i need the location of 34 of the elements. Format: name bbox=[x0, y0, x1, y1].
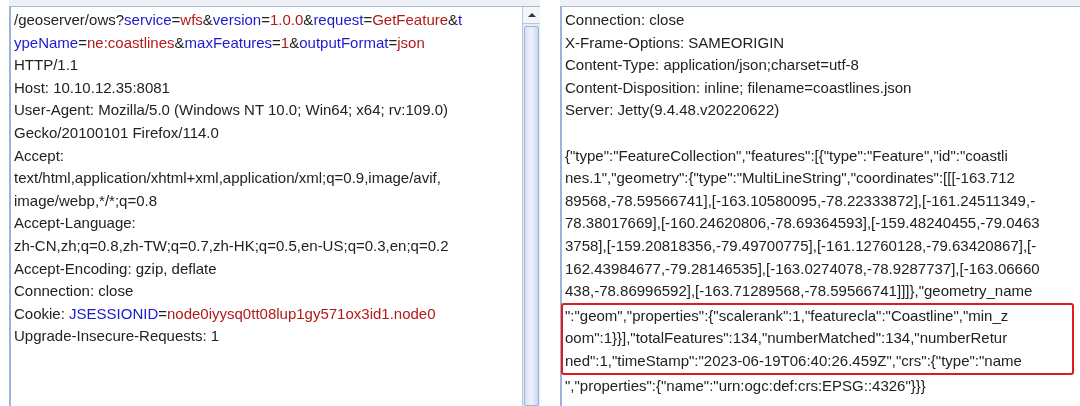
response-line: 438,-78.86996592],[-163.71289568,-78.59566741]]]},"geometry_name bbox=[565, 281, 1034, 302]
request-line: User-Agent: Mozilla/5.0 (Windows NT 10.0; Win64; x64; rv:109.0) bbox=[14, 100, 450, 121]
response-line: Server: Jetty(9.4.48.v20220622) bbox=[565, 100, 781, 121]
response-line: X-Frame-Options: SAMEORIGIN bbox=[565, 32, 786, 53]
request-line: HTTP/1.1 bbox=[14, 55, 80, 76]
response-line: Content-Disposition: inline; filename=coastlines.json bbox=[565, 77, 913, 98]
response-line: ":"geom","properties":{"scalerank":1,"featurecla":"Coastline","min_z bbox=[565, 305, 1010, 326]
request-line: text/html,application/xhtml+xml,application/xml;q=0.9,image/avif, bbox=[14, 168, 442, 189]
request-editor[interactable] bbox=[9, 7, 540, 406]
response-line: oom":1}}],"totalFeatures":134,"numberMatched":134,"numberRetur bbox=[565, 328, 1009, 349]
request-line: Upgrade-Insecure-Requests: 1 bbox=[14, 326, 221, 347]
response-line: ned":1,"timeStamp":"2023-06-19T06:40:26.459Z","crs":{"type":"name bbox=[565, 350, 1023, 371]
response-line: 3758],[-159.20818356,-79.49700775],[-161.12760128,-79.63420867],[- bbox=[565, 235, 1038, 256]
request-line: Accept: bbox=[14, 145, 66, 166]
response-line: ","properties":{"name":"urn:ogc:def:crs:EPSG::4326"}}} bbox=[565, 375, 927, 396]
request-line: image/webp,*/*;q=0.8 bbox=[14, 190, 158, 211]
response-line: 162.43984677,-79.28146535],[-163.0274078,-78.9287737],[-163.06660 bbox=[565, 258, 1041, 279]
response-line: 78.38017669],[-160.24620806,-78.69364593],[-159.48240455,-79.0463 bbox=[565, 213, 1041, 234]
request-line: ypeName=ne:coastlines&maxFeatures=1&outputFormat=json bbox=[14, 32, 426, 53]
request-line: Host: 10.10.12.35:8081 bbox=[14, 77, 171, 98]
request-line: Connection: close bbox=[14, 281, 135, 302]
response-line: 89568,-78.59566741],[-163.10580095,-78.22333872],[-161.24511349,- bbox=[565, 190, 1037, 211]
request-line: zh-CN,zh;q=0.8,zh-TW;q=0.7,zh-HK;q=0.5,en-US;q=0.3,en;q=0.2 bbox=[14, 235, 450, 256]
request-line: Cookie: JSESSIONID=node0iyysq0tt08lup1gy571ox3id1.node0 bbox=[14, 303, 437, 324]
scrollbar-thumb[interactable] bbox=[524, 26, 539, 406]
scrollbar[interactable] bbox=[522, 7, 540, 406]
request-line: Accept-Language: bbox=[14, 213, 137, 234]
request-line: Accept-Encoding: gzip, deflate bbox=[14, 258, 218, 279]
response-line: Content-Type: application/json;charset=utf-8 bbox=[565, 55, 860, 76]
response-line: {"type":"FeatureCollection","features":[{"type":"Feature","id":"coastli bbox=[565, 145, 1009, 166]
response-line: nes.1","geometry":{"type":"MultiLineString","coordinates":[[[-163.712 bbox=[565, 168, 1016, 189]
request-line: /geoserver/ows?service=wfs&version=1.0.0&request=GetFeature&t bbox=[14, 10, 464, 30]
response-line: Connection: close bbox=[565, 10, 686, 30]
request-line: Gecko/20100101 Firefox/114.0 bbox=[14, 122, 220, 143]
